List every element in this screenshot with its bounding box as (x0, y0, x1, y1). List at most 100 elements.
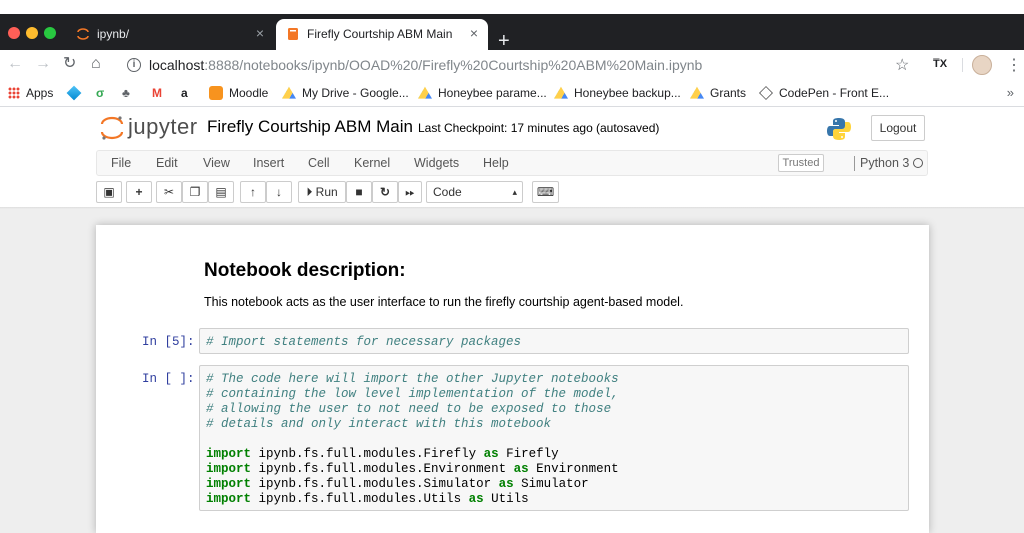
copy-button[interactable]: ❐ (182, 181, 208, 203)
cut-button[interactable]: ✂ (156, 181, 182, 203)
browser-tab-ipynb[interactable]: ipynb/ × (66, 19, 274, 50)
kernel-idle-icon (913, 158, 923, 168)
arrow-up-icon: ↑ (250, 185, 256, 199)
code-import-line: import ipynb.fs.full.modules.Utils as Ut… (206, 492, 529, 506)
amazon-icon: a (181, 86, 188, 100)
menu-cell[interactable]: Cell (308, 156, 330, 170)
insert-cell-button[interactable]: + (126, 181, 152, 203)
window-maximize-button[interactable] (44, 27, 56, 39)
home-icon[interactable]: ⌂ (91, 56, 101, 72)
tab-close-icon[interactable]: × (470, 25, 478, 41)
bookmark-honeybee-params[interactable]: Honeybee parame... (418, 86, 547, 100)
logout-button[interactable]: Logout (871, 115, 925, 141)
cube-icon (66, 85, 82, 101)
bookmark-apps[interactable]: Apps (8, 86, 53, 100)
bookmarks-bar: Apps σ ♣ M a Moodle My Drive - Google...… (0, 80, 1024, 107)
bookmark-grants[interactable]: Grants (690, 86, 746, 100)
url-path: :8888/notebooks/ipynb/OOAD%20/Firefly%20… (204, 57, 703, 73)
interrupt-button[interactable]: ■ (346, 181, 372, 203)
browser-menu-icon[interactable]: ⋮ (1006, 55, 1022, 75)
stop-icon: ■ (355, 185, 363, 199)
notebook-toolbar: ▣ + ✂ ❐ ▤ ↑ ↓ ⏵︎ Run ■ ↻ ⏩︎ Code▴▾ ⌨ (96, 179, 928, 217)
save-button[interactable]: ▣ (96, 181, 122, 203)
bookmark-sigma[interactable]: σ (96, 86, 104, 100)
restart-button[interactable]: ↻ (372, 181, 398, 203)
bookmark-my-drive[interactable]: My Drive - Google... (282, 86, 409, 100)
menu-file[interactable]: File (111, 156, 131, 170)
bookmark-palm[interactable]: ♣ (122, 86, 130, 100)
bookmark-honeybee-backup[interactable]: Honeybee backup... (554, 86, 681, 100)
move-up-button[interactable]: ↑ (240, 181, 266, 203)
menu-view[interactable]: View (203, 156, 230, 170)
back-arrow-icon[interactable]: ← (7, 56, 23, 72)
jupyter-favicon-icon (77, 28, 89, 40)
code-cell-input[interactable]: # The code here will import the other Ju… (199, 365, 909, 511)
save-icon: ▣ (103, 185, 115, 199)
menu-edit[interactable]: Edit (156, 156, 178, 170)
info-icon[interactable]: i (127, 58, 141, 72)
palm-tree-icon: ♣ (122, 86, 130, 100)
menu-kernel[interactable]: Kernel (354, 156, 390, 170)
fast-forward-icon: ⏩︎ (405, 185, 415, 199)
kernel-name[interactable]: Python 3 (860, 156, 909, 170)
codepen-icon (759, 86, 773, 100)
notebook-name[interactable]: Firefly Courtship ABM Main (207, 117, 413, 137)
google-drive-icon (554, 86, 568, 99)
code-comment: # details and only interact with this mo… (206, 417, 552, 431)
url-host: localhost (149, 57, 205, 73)
menu-insert[interactable]: Insert (253, 156, 284, 170)
cell-prompt: In [ ]: (142, 372, 195, 386)
window-minimize-button[interactable] (26, 27, 38, 39)
code-comment: # allowing the user to not need to be ex… (206, 402, 612, 416)
browser-tab-bar: ipynb/ × Firefly Courtship ABM Main × + (0, 14, 1024, 51)
cell-type-select[interactable]: Code▴▾ (426, 181, 523, 217)
keyboard-icon: ⌨ (536, 185, 555, 199)
code-import-line: import ipynb.fs.full.modules.Environment… (206, 462, 619, 476)
paste-icon: ▤ (215, 185, 227, 199)
bookmark-star-icon[interactable]: ☆ (895, 55, 909, 75)
reload-icon[interactable]: ↻ (63, 56, 76, 72)
code-comment: # The code here will import the other Ju… (206, 372, 619, 386)
trusted-indicator[interactable]: Trusted (778, 154, 824, 172)
jupyter-logo-icon[interactable] (100, 115, 124, 141)
bookmark-codepen[interactable]: CodePen - Front E... (759, 86, 889, 100)
jupyter-logo-text[interactable]: jupyter (128, 114, 198, 140)
markdown-heading: Notebook description: (204, 260, 406, 281)
url-text[interactable]: localhost:8888/notebooks/ipynb/OOAD%20/F… (149, 57, 702, 73)
move-down-button[interactable]: ↓ (266, 181, 292, 203)
markdown-paragraph: This notebook acts as the user interface… (204, 295, 684, 309)
run-button[interactable]: ⏵︎ Run (298, 181, 346, 203)
bookmark-gmail[interactable]: M (152, 86, 162, 100)
python-logo-icon (827, 118, 851, 140)
gmail-icon: M (152, 86, 162, 100)
bookmark-amazon[interactable]: a (181, 86, 188, 100)
command-palette-button[interactable]: ⌨ (532, 181, 559, 203)
bookmark-cube[interactable] (66, 85, 87, 101)
code-cell-input[interactable]: # Import statements for necessary packag… (199, 328, 909, 354)
tex-extension-icon[interactable]: T̅X (933, 58, 947, 70)
code-import-line: import ipynb.fs.full.modules.Simulator a… (206, 477, 589, 491)
window-top-edge (0, 0, 1024, 14)
restart-run-all-button[interactable]: ⏩︎ (398, 181, 422, 203)
moodle-icon (209, 86, 223, 100)
cell-prompt: In [5]: (142, 335, 195, 349)
last-checkpoint: Last Checkpoint: 17 minutes ago (418, 121, 593, 135)
paste-button[interactable]: ▤ (208, 181, 234, 203)
menu-widgets[interactable]: Widgets (414, 156, 459, 170)
plus-icon: + (135, 185, 143, 199)
forward-arrow-icon[interactable]: → (35, 56, 51, 72)
tab-title: ipynb/ (97, 27, 130, 41)
new-tab-button[interactable]: + (498, 31, 510, 51)
notebook-favicon-icon (288, 28, 298, 40)
code-comment: # Import statements for necessary packag… (206, 335, 522, 349)
menu-help[interactable]: Help (483, 156, 509, 170)
bookmarks-overflow-icon[interactable]: » (1007, 85, 1014, 100)
profile-avatar[interactable] (972, 55, 992, 75)
google-drive-icon (418, 86, 432, 99)
browser-tab-active[interactable]: Firefly Courtship ABM Main × (276, 19, 488, 50)
tab-close-icon[interactable]: × (256, 25, 264, 41)
address-bar[interactable]: i localhost:8888/notebooks/ipynb/OOAD%20… (119, 53, 921, 77)
notebook-menubar: File Edit View Insert Cell Kernel Widget… (96, 150, 928, 176)
bookmark-moodle[interactable]: Moodle (209, 86, 268, 100)
window-close-button[interactable] (8, 27, 20, 39)
